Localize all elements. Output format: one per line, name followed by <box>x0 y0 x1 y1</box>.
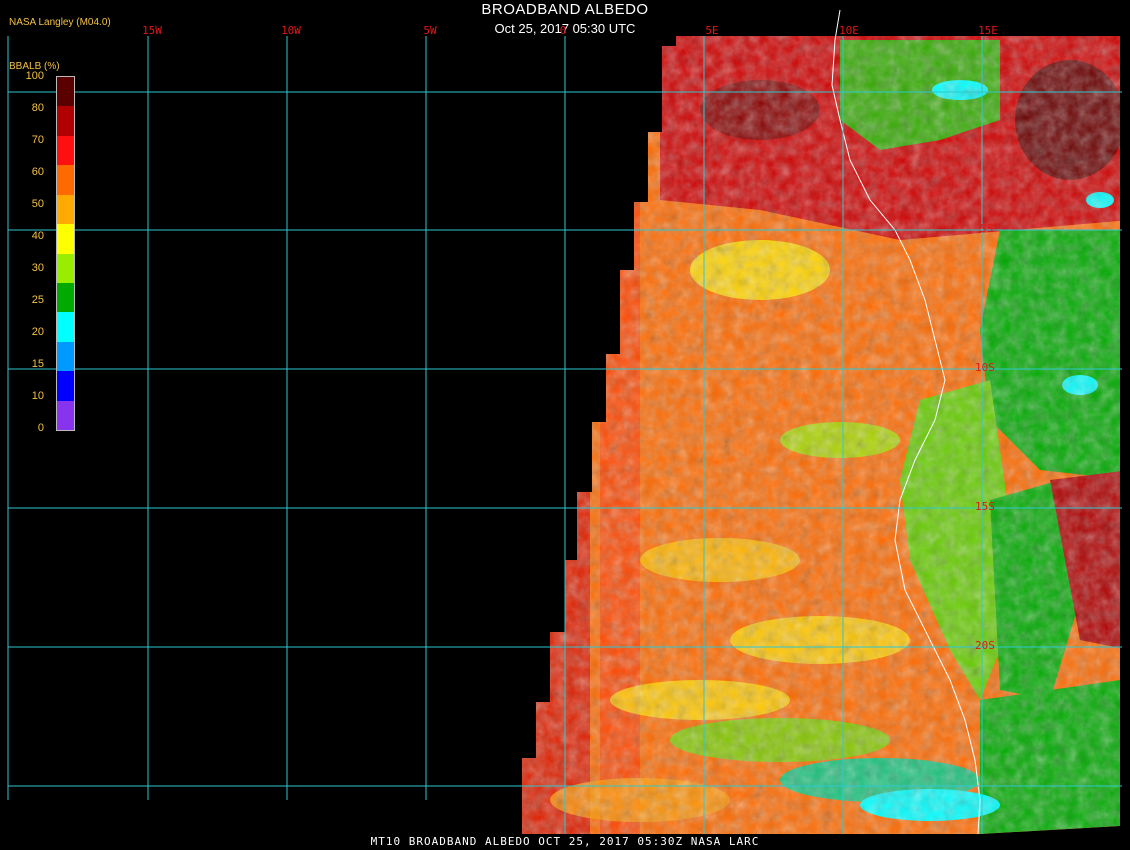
legend-swatch <box>57 371 74 402</box>
latitude-label-15s: 15S <box>975 500 995 513</box>
color-scale-legend <box>56 76 75 431</box>
legend-swatch <box>57 106 74 137</box>
legend-swatch <box>57 341 74 372</box>
albedo-field <box>522 36 1120 850</box>
longitude-label-15e: 15E <box>978 24 998 37</box>
albedo-map <box>7 9 1122 850</box>
footer-caption: MT10 BROADBAND ALBEDO OCT 25, 2017 05:30… <box>370 835 760 848</box>
legend-swatch <box>57 135 74 166</box>
legend-tick-label: 80 <box>31 102 44 114</box>
legend-swatch <box>57 400 74 431</box>
longitude-label-15w: 15W <box>142 24 162 37</box>
legend-tick-label: 70 <box>31 134 44 146</box>
legend-tick-label: 15 <box>31 358 44 370</box>
legend-swatch <box>57 224 74 254</box>
legend-tick-label: 40 <box>31 230 44 242</box>
legend-swatch <box>57 194 74 225</box>
legend-tick-label: 100 <box>25 70 44 82</box>
longitude-label-5e: 5E <box>705 24 719 37</box>
legend-tick-label: 50 <box>31 198 44 210</box>
legend-swatch <box>57 253 74 284</box>
legend-tick-label: 0 <box>37 422 44 434</box>
longitude-label-5w: 5W <box>423 24 437 37</box>
longitude-label-0: 0 <box>559 24 567 37</box>
longitude-label-10e: 10E <box>839 24 859 37</box>
latitude-label-20s: 20S <box>975 639 995 652</box>
legend-tick-label: 25 <box>31 294 44 306</box>
latitude-label-5s: 5S <box>980 222 994 235</box>
organization-label: NASA Langley (M04.0) <box>9 17 111 28</box>
legend-swatch <box>57 77 74 107</box>
map-title: BROADBAND ALBEDO <box>481 1 649 18</box>
latitude-label-10s: 10S <box>975 361 995 374</box>
legend-swatch <box>57 312 74 343</box>
legend-swatch <box>57 165 74 196</box>
legend-tick-label: 20 <box>31 326 44 338</box>
legend-tick-label: 60 <box>31 166 44 178</box>
longitude-label-10w: 10W <box>281 24 301 37</box>
legend-tick-label: 10 <box>31 390 44 402</box>
legend-tick-label: 30 <box>31 262 44 274</box>
legend-swatch <box>57 282 74 313</box>
